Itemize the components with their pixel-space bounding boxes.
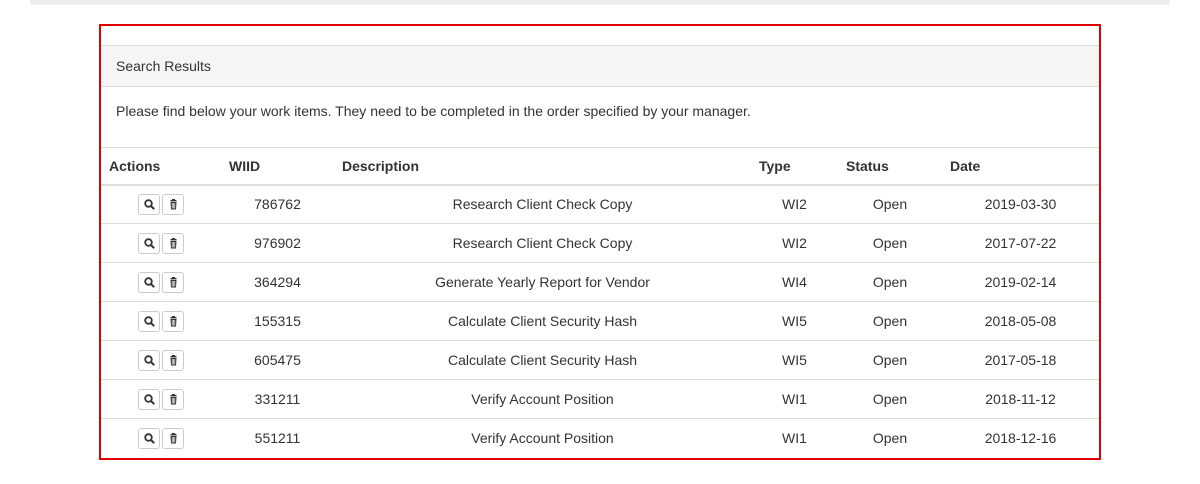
search-button[interactable]: [138, 388, 160, 410]
cell-description: Calculate Client Security Hash: [334, 301, 751, 341]
table-row: 364294 Generate Yearly Report for Vendor W…: [101, 262, 1099, 302]
row-actions: [101, 340, 221, 380]
delete-button[interactable]: [162, 232, 184, 254]
cell-date: 2018-05-08: [942, 301, 1099, 341]
cell-wiid: 786762: [254, 196, 301, 213]
table-row: 551211 Verify Account Position WI1 Open 2018…: [101, 418, 1099, 458]
row-actions: [101, 262, 221, 302]
header-actions: Actions: [101, 147, 221, 186]
cell-wiid: 331211: [221, 379, 334, 419]
search-button[interactable]: [138, 193, 160, 215]
cell-status: Open: [872, 196, 908, 213]
table-row: 605475 Calculate Client Security Hash WI5 O…: [101, 340, 1099, 380]
search-results-panel: Search Results Please find below your wo…: [99, 24, 1101, 460]
delete-button[interactable]: [162, 271, 184, 293]
cell-status: Open: [838, 262, 942, 302]
cell-wiid: 364294: [221, 262, 334, 302]
table-row: 786762 Research Client Check Copy WI2 Open 2…: [101, 185, 1099, 224]
cell-description: Generate Yearly Report for Vendor: [334, 262, 751, 302]
cell-date: 2018-11-12: [942, 379, 1099, 419]
cell-wiid: 605475: [221, 340, 334, 380]
work-items-table: Actions WIID Description Type Status Dat…: [101, 147, 1099, 458]
cell-description: Verify Account Position: [334, 418, 751, 458]
panel-inner: Search Results Please find below your wo…: [101, 45, 1099, 458]
cell-description: Verify Account Position: [334, 379, 751, 419]
delete-button[interactable]: [162, 427, 184, 449]
cell-date: 2017-07-22: [942, 223, 1099, 263]
header-wiid: WIID: [221, 147, 334, 186]
search-button[interactable]: [138, 232, 160, 254]
row-actions: [101, 379, 221, 419]
cell-wiid: 976902: [221, 223, 334, 263]
cell-type: WI1: [751, 418, 838, 458]
cell-status: Open: [838, 223, 942, 263]
cell-date: 2019-03-30: [984, 196, 1057, 213]
cell-status: Open: [838, 301, 942, 341]
header-date: Date: [942, 147, 1099, 186]
cell-description: Research Client Check Copy: [334, 223, 751, 263]
search-button[interactable]: [138, 427, 160, 449]
delete-button[interactable]: [162, 349, 184, 371]
header-type: Type: [751, 147, 838, 186]
panel-heading: Search Results: [101, 46, 1099, 87]
table-row: 976902 Research Client Check Copy WI2 Open 2…: [101, 223, 1099, 263]
cell-description: Calculate Client Security Hash: [334, 340, 751, 380]
delete-button[interactable]: [162, 193, 184, 215]
search-button[interactable]: [138, 349, 160, 371]
delete-button[interactable]: [162, 388, 184, 410]
cell-type: WI1: [751, 379, 838, 419]
cell-description: Research Client Check Copy: [452, 196, 633, 213]
search-button[interactable]: [138, 271, 160, 293]
delete-button[interactable]: [162, 310, 184, 332]
cell-date: 2017-05-18: [942, 340, 1099, 380]
cell-status: Open: [838, 379, 942, 419]
header-status: Status: [838, 147, 942, 186]
row-actions: [101, 185, 221, 224]
cell-date: 2019-02-14: [942, 262, 1099, 302]
table-header-row: Actions WIID Description Type Status Dat…: [101, 147, 1099, 186]
cell-type: WI4: [751, 262, 838, 302]
cell-type: WI2: [782, 196, 807, 213]
cell-type: WI5: [751, 340, 838, 380]
search-button[interactable]: [138, 310, 160, 332]
panel-intro-text: Please find below your work items. They …: [116, 103, 751, 119]
header-description: Description: [334, 147, 751, 186]
cell-date: 2018-12-16: [942, 418, 1099, 458]
cell-status: Open: [838, 340, 942, 380]
table-row: 331211 Verify Account Position WI1 Open 2018…: [101, 379, 1099, 419]
row-actions: [101, 223, 221, 263]
cell-wiid: 155315: [221, 301, 334, 341]
row-actions: [101, 418, 221, 458]
cell-wiid: 551211: [221, 418, 334, 458]
row-actions: [101, 301, 221, 341]
top-strip: [30, 0, 1170, 5]
cell-status: Open: [838, 418, 942, 458]
cell-type: WI5: [751, 301, 838, 341]
table-row: 155315 Calculate Client Security Hash WI5 O…: [101, 301, 1099, 341]
cell-type: WI2: [751, 223, 838, 263]
